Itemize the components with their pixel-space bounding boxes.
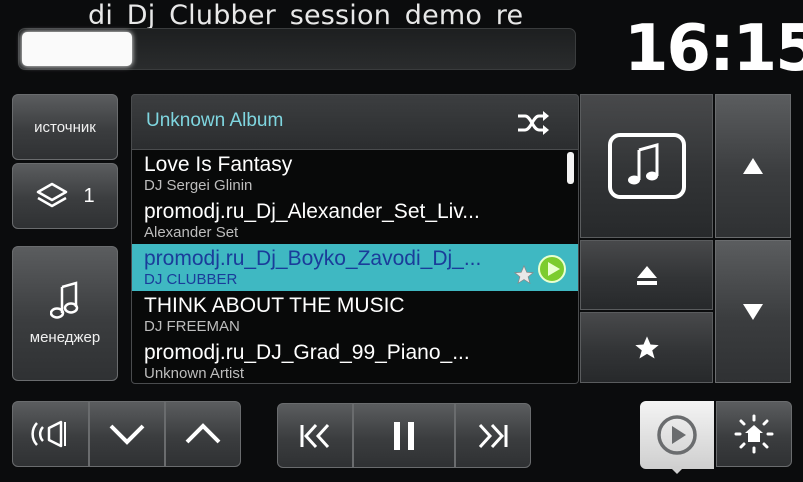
album-title: Unknown Album: [146, 110, 284, 131]
manager-button[interactable]: менеджер: [12, 246, 118, 381]
nav-down-button[interactable]: [89, 401, 165, 467]
album-art-icon: [607, 132, 687, 200]
music-note-icon: [50, 281, 80, 321]
track-artist-text: DJ Sergei Glinin: [144, 177, 253, 194]
layers-count: 1: [83, 184, 95, 207]
audio-source-button[interactable]: [12, 401, 89, 467]
clock: 16:15: [624, 12, 803, 86]
speaker-icon: [29, 418, 73, 450]
scrollbar[interactable]: [567, 152, 574, 184]
rewind-icon: [298, 422, 332, 450]
track-title: di_Dj_Clubber_session_demo_re: [88, 0, 524, 31]
scroll-up-button[interactable]: [715, 94, 791, 238]
layers-button[interactable]: 1: [12, 163, 118, 229]
now-playing-icon: [537, 254, 567, 284]
list-item[interactable]: promodj.ru_DJ_Grad_99_Piano_... Unknown …: [132, 338, 578, 384]
shuffle-icon[interactable]: [516, 110, 550, 136]
eject-button[interactable]: [580, 240, 713, 310]
pause-icon: [391, 420, 417, 452]
favorite-button[interactable]: [580, 312, 713, 383]
layers-icon: [35, 181, 69, 211]
nav-up-button[interactable]: [165, 401, 241, 467]
previous-track-button[interactable]: [277, 403, 353, 468]
track-title-text: promodj.ru_DJ_Grad_99_Piano_...: [144, 341, 470, 364]
list-item[interactable]: THINK ABOUT THE MUSIC DJ FREEMAN: [132, 291, 578, 338]
eject-icon: [635, 263, 659, 287]
source-button[interactable]: источник: [12, 94, 118, 160]
track-artist-text: DJ FREEMAN: [144, 318, 240, 335]
scroll-down-button[interactable]: [715, 240, 791, 383]
selection-pointer: [669, 466, 685, 474]
list-item[interactable]: promodj.ru_Dj_Alexander_Set_Liv... Alexa…: [132, 197, 578, 244]
list-item-active[interactable]: promodj.ru_Dj_Boyko_Zavodi_Dj_... DJ CLU…: [132, 244, 578, 291]
next-track-button[interactable]: [455, 403, 531, 468]
media-player-button[interactable]: [640, 401, 714, 469]
play-circle-icon: [656, 414, 698, 456]
track-artist-text: Unknown Artist: [144, 365, 245, 382]
chevron-down-icon: [109, 423, 145, 445]
home-icon: [734, 414, 774, 454]
track-title-text: Love Is Fantasy: [144, 153, 293, 176]
home-button[interactable]: [716, 401, 792, 467]
track-artist-text: Alexander Set: [144, 224, 239, 241]
chevron-up-icon: [185, 423, 221, 445]
favorite-star-icon[interactable]: [513, 264, 535, 286]
triangle-up-icon: [742, 157, 764, 175]
track-title-text: THINK ABOUT THE MUSIC: [144, 294, 405, 317]
star-icon: [633, 334, 661, 362]
pause-button[interactable]: [353, 403, 455, 468]
track-title-text: promodj.ru_Dj_Alexander_Set_Liv...: [144, 200, 480, 223]
progress-fill: [22, 32, 132, 66]
manager-button-label: менеджер: [29, 329, 101, 346]
fast-forward-icon: [476, 422, 510, 450]
list-item[interactable]: Love Is Fantasy DJ Sergei Glinin: [132, 150, 578, 197]
album-art-button[interactable]: [580, 94, 713, 238]
triangle-down-icon: [742, 303, 764, 321]
source-button-label: источник: [34, 118, 96, 136]
